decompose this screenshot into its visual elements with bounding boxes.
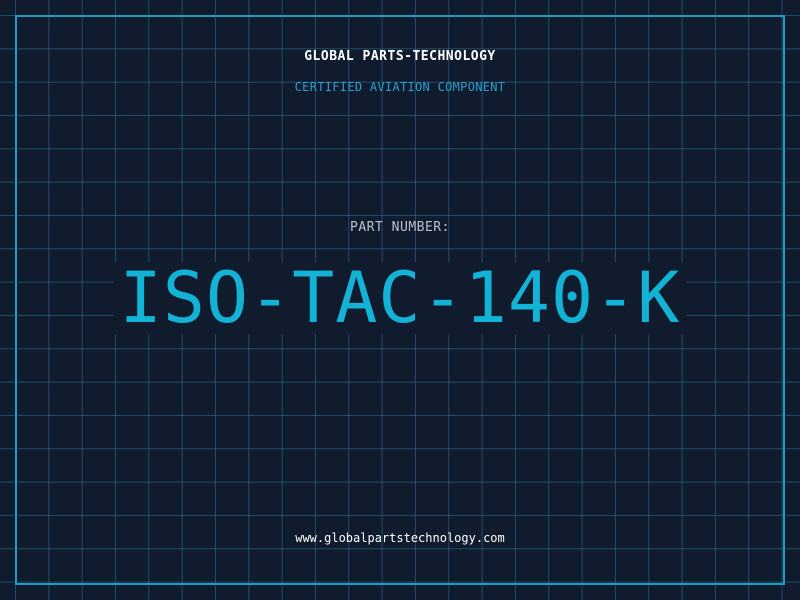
part-number-container: ISO-TAC-140-K: [0, 262, 800, 334]
part-number-label: PART NUMBER:: [350, 220, 450, 235]
label-card: GLOBAL PARTS-TECHNOLOGY CERTIFIED AVIATI…: [0, 0, 800, 600]
certification-subtitle: CERTIFIED AVIATION COMPONENT: [294, 80, 506, 94]
website-url: www.globalpartstechnology.com: [295, 531, 505, 545]
part-number-value: ISO-TAC-140-K: [113, 262, 687, 334]
company-name: GLOBAL PARTS-TECHNOLOGY: [304, 49, 496, 64]
